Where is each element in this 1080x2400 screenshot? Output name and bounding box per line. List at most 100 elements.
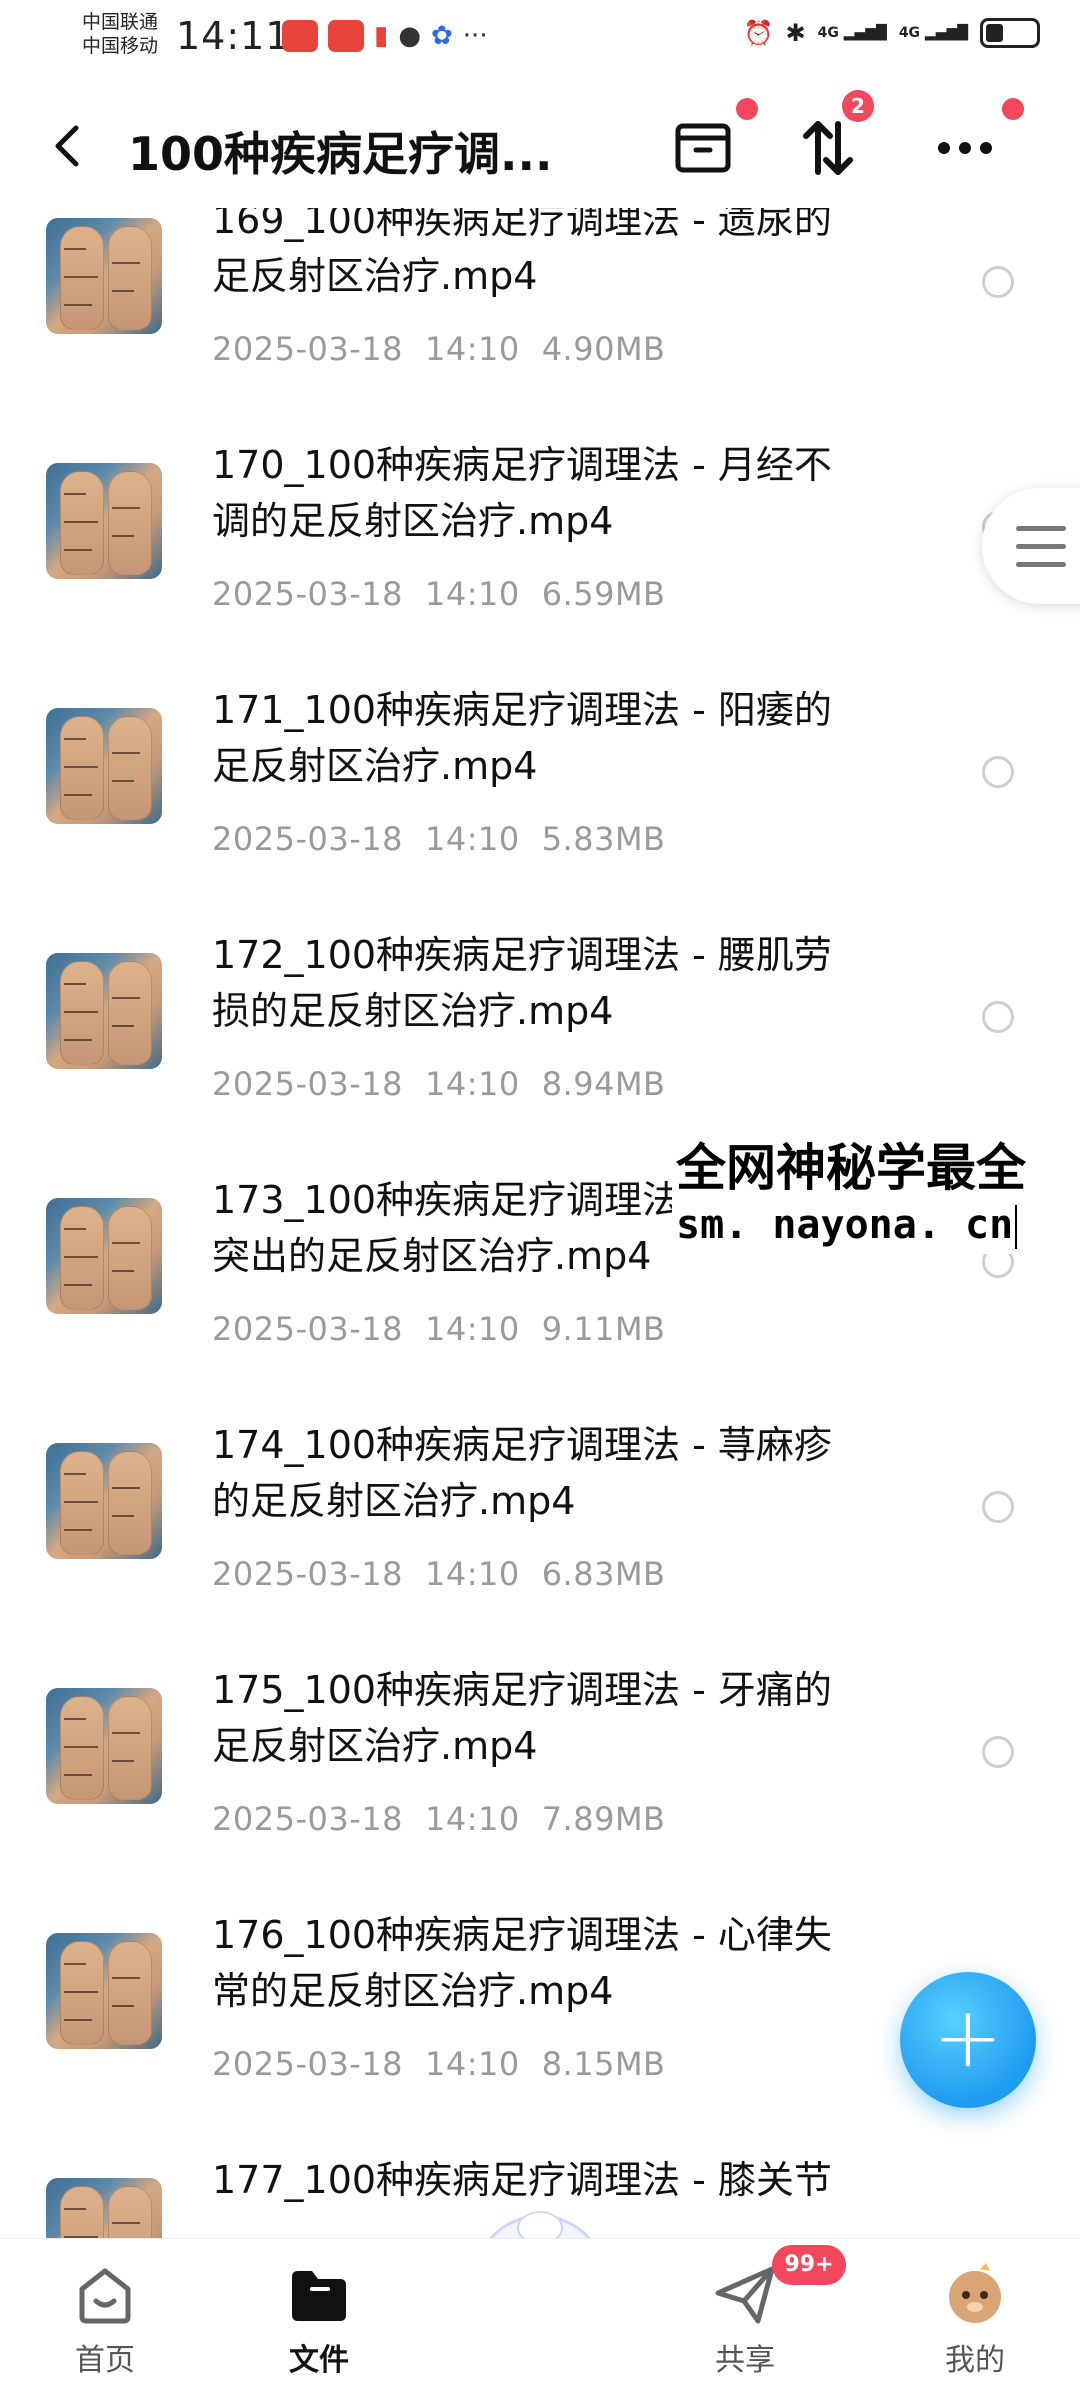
- thumbnail-mark: [112, 2005, 134, 2007]
- sort-button[interactable]: 2: [792, 90, 874, 182]
- menu-icon-bar-2: [1016, 544, 1066, 549]
- file-name: 174_100种疾病足疗调理法 - 荨麻疹 的足反射区治疗.mp4: [212, 1417, 892, 1529]
- file-date: 2025-03-18: [212, 575, 403, 613]
- book-icon: ▮: [374, 21, 389, 51]
- thumbnail-foot: [60, 471, 104, 575]
- thumbnail-mark: [64, 493, 86, 495]
- file-row[interactable]: 175_100种疾病足疗调理法 - 牙痛的 足反射区治疗.mp4 2025-03-1…: [0, 1668, 1080, 1923]
- thumbnail-mark: [112, 507, 140, 509]
- file-size: 4.90MB: [541, 330, 666, 368]
- nav-share-label: 共享: [715, 2343, 775, 2378]
- file-name-line-2: 调的足反射区治疗.mp4: [212, 499, 614, 543]
- file-size: 6.59MB: [541, 575, 666, 613]
- file-date: 2025-03-18: [212, 1555, 403, 1593]
- sort-badge: 2: [842, 90, 874, 122]
- select-radio[interactable]: [982, 1736, 1014, 1768]
- home-icon: [70, 2259, 140, 2329]
- carrier-names: 中国联通 中国移动: [82, 10, 158, 58]
- select-radio[interactable]: [982, 1491, 1014, 1523]
- system-icons: ⏰ ✱ 4G ▂▄▆█ 4G ▂▄▆█: [744, 18, 1040, 48]
- back-button[interactable]: [48, 116, 88, 176]
- more-badge-dot: [1002, 98, 1024, 120]
- file-size: 6.83MB: [541, 1555, 666, 1593]
- nav-me-label: 我的: [945, 2343, 1005, 2378]
- file-row[interactable]: 170_100种疾病足疗调理法 - 月经不 调的足反射区治疗.mp4 2025-03…: [0, 443, 1080, 698]
- thumbnail-mark: [112, 752, 140, 754]
- network-type-2: 4G: [898, 25, 921, 41]
- thumbnail-foot: [60, 1206, 104, 1310]
- network-type-1: 4G: [817, 25, 839, 41]
- add-button[interactable]: +: [900, 1972, 1036, 2108]
- folder-icon: [284, 2259, 354, 2329]
- file-time: 14:10: [424, 330, 520, 368]
- thumbnail-mark: [112, 1732, 140, 1734]
- thumbnail-foot: [60, 226, 104, 330]
- file-name-line-2: 损的足反射区治疗.mp4: [212, 989, 614, 1033]
- title-bar: 100种疾病足疗调... 2: [0, 88, 1080, 208]
- alarm-icon: ⏰: [743, 19, 774, 47]
- thumbnail-mark: [64, 1039, 92, 1041]
- huawei-app-icon-2: [328, 20, 364, 52]
- file-name-line-2: 足反射区治疗.mp4: [212, 1724, 538, 1768]
- bottom-nav: 首页 文件 共享 99+ 我的: [0, 2238, 1080, 2400]
- thumbnail-mark: [64, 304, 92, 306]
- thumbnail-foot: [60, 1941, 104, 2045]
- file-name-line-2: 足反射区治疗.mp4: [212, 254, 538, 298]
- file-name-line-1: 174_100种疾病足疗调理法 - 荨麻疹: [212, 1423, 832, 1467]
- thumbnail-mark: [64, 738, 86, 740]
- thumbnail-mark: [64, 248, 86, 250]
- select-radio[interactable]: [982, 756, 1014, 788]
- thumbnail-foot: [60, 1696, 104, 1800]
- thumbnail-mark: [64, 1256, 98, 1258]
- chat-icon: ●: [398, 21, 421, 51]
- thumbnail-foot: [108, 2186, 152, 2238]
- share-badge: 99+: [772, 2245, 846, 2285]
- file-name-line-1: 175_100种疾病足疗调理法 - 牙痛的: [212, 1668, 832, 1712]
- file-row[interactable]: 169_100种疾病足疗调理法 - 遗尿的 足反射区治疗.mp4 2025-03-1…: [0, 208, 1080, 453]
- thumbnail-mark: [64, 1963, 86, 1965]
- archive-icon: [675, 123, 731, 173]
- archive-badge-dot: [736, 98, 758, 120]
- select-radio[interactable]: [982, 266, 1014, 298]
- nav-files[interactable]: 文件: [244, 2259, 394, 2379]
- file-time: 14:10: [424, 1800, 520, 1838]
- file-date: 2025-03-18: [212, 330, 403, 368]
- thumbnail-mark: [112, 997, 140, 999]
- nav-home[interactable]: 首页: [30, 2259, 180, 2379]
- nav-share[interactable]: 共享 99+: [670, 2245, 846, 2379]
- file-row[interactable]: 174_100种疾病足疗调理法 - 荨麻疹 的足反射区治疗.mp4 2025-03-…: [0, 1423, 1080, 1678]
- file-meta: 2025-03-18 14:10 8.94MB: [212, 1065, 666, 1103]
- status-time: 14:11: [176, 14, 291, 58]
- video-thumbnail: [46, 708, 162, 824]
- chevron-left-icon: [55, 125, 79, 167]
- file-name: 172_100种疾病足疗调理法 - 腰肌劳 损的足反射区治疗.mp4: [212, 927, 892, 1039]
- select-radio[interactable]: [982, 1001, 1014, 1033]
- thumbnail-foot: [108, 1696, 152, 1800]
- thumbnail-mark: [64, 1501, 98, 1503]
- thumbnail-mark: [112, 1977, 140, 1979]
- nav-me[interactable]: 我的: [900, 2259, 1050, 2379]
- file-size: 5.83MB: [541, 820, 666, 858]
- file-date: 2025-03-18: [212, 820, 403, 858]
- carrier-2: 中国移动: [82, 35, 159, 57]
- thumbnail-mark: [112, 1760, 134, 1762]
- thumbnail-foot: [108, 1451, 152, 1555]
- menu-icon-bar-3: [1016, 562, 1066, 567]
- thumbnail-mark: [64, 2019, 92, 2021]
- file-name-line-1: 172_100种疾病足疗调理法 - 腰肌劳: [212, 933, 832, 977]
- file-time: 14:10: [424, 1065, 520, 1103]
- file-date: 2025-03-18: [212, 2045, 403, 2083]
- thumbnail-mark: [112, 1242, 140, 1244]
- file-row[interactable]: 171_100种疾病足疗调理法 - 阳痿的 足反射区治疗.mp4 2025-03-1…: [0, 688, 1080, 943]
- archive-button[interactable]: [668, 98, 758, 182]
- file-time: 14:10: [424, 575, 520, 613]
- thumbnail-mark: [64, 1284, 92, 1286]
- video-thumbnail: [46, 1198, 162, 1314]
- thumbnail-foot: [108, 961, 152, 1065]
- thumbnail-foot: [60, 2186, 104, 2238]
- more-button[interactable]: [930, 98, 1024, 182]
- battery-icon: [980, 18, 1040, 48]
- nav-home-label: 首页: [75, 2343, 135, 2378]
- signal-2: 4G ▂▄▆█: [898, 25, 968, 41]
- file-size: 9.11MB: [541, 1310, 666, 1348]
